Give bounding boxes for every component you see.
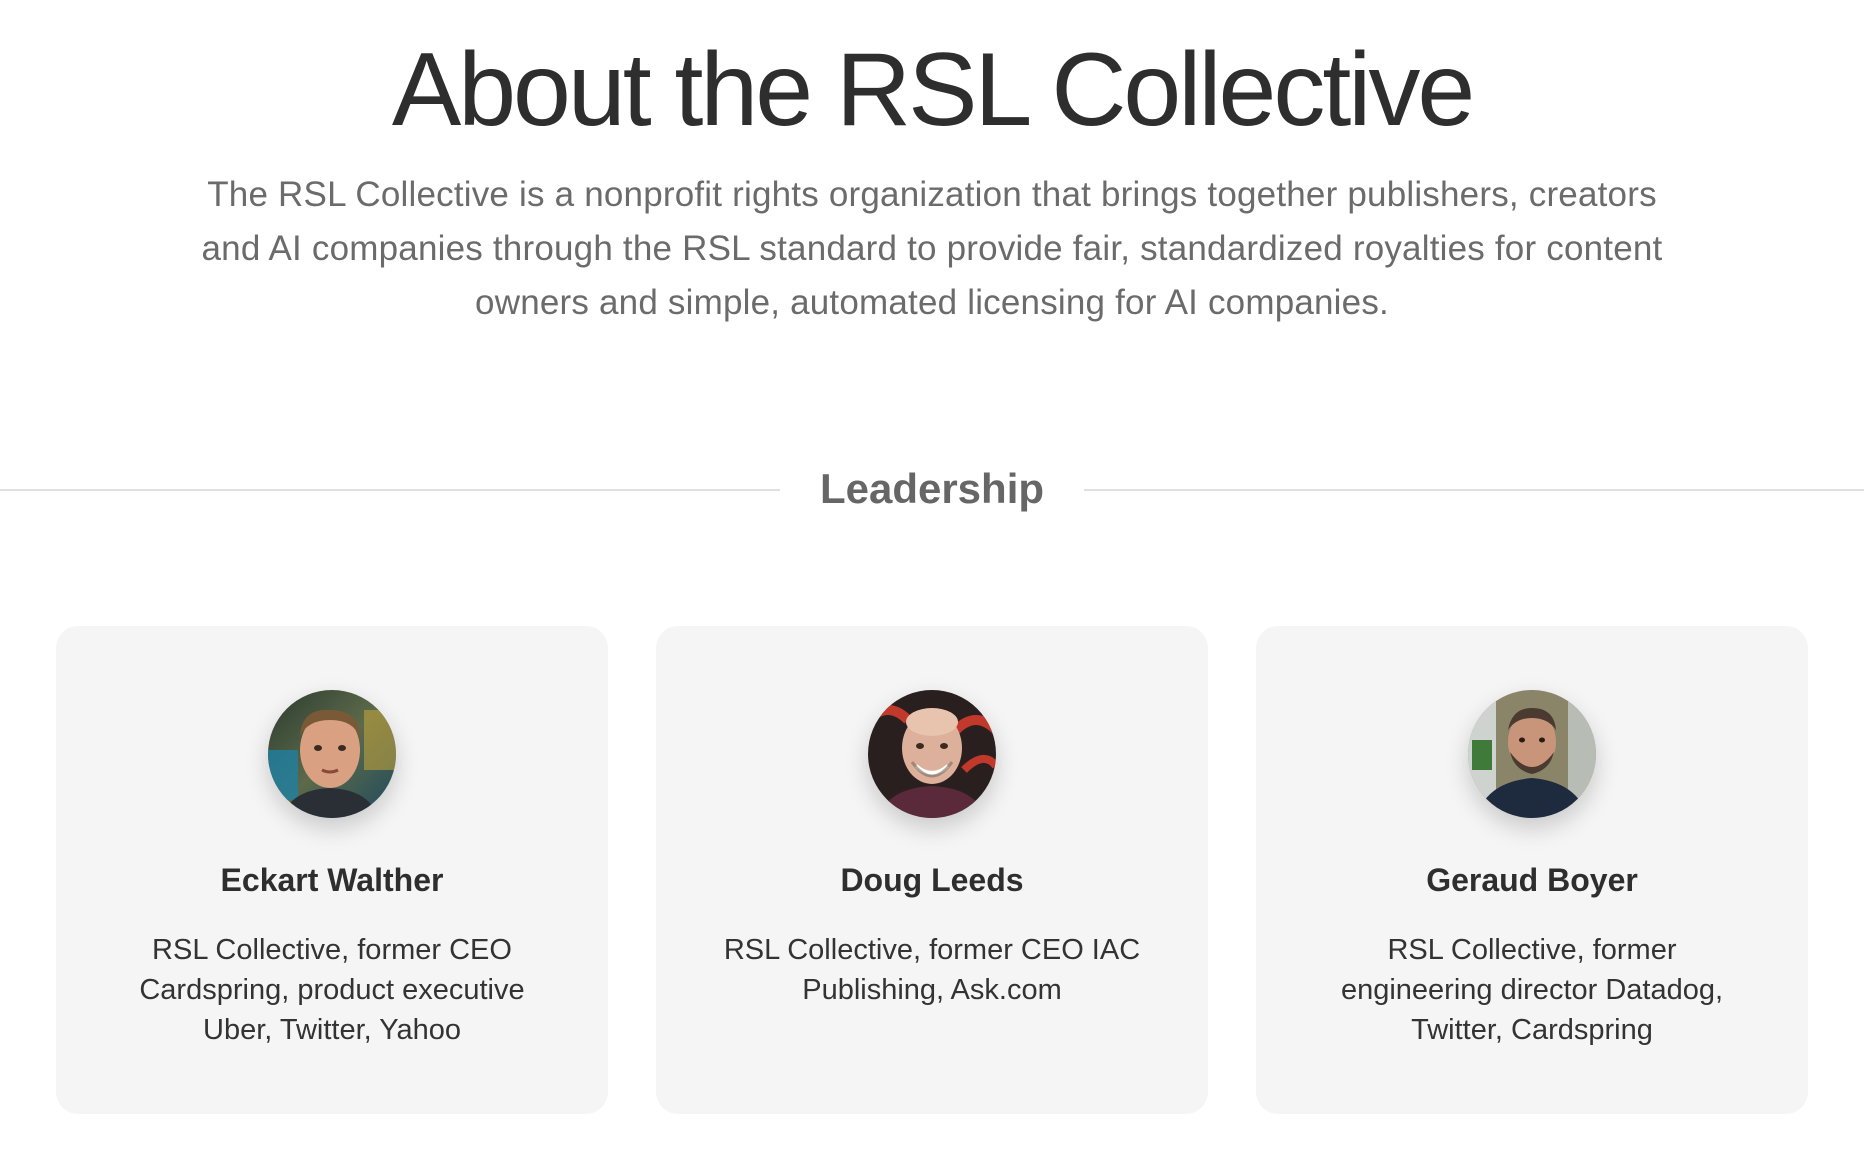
divider-left xyxy=(0,489,780,491)
leader-bio: RSL Collective, former CEO Cardspring, p… xyxy=(139,934,525,1046)
leader-card-eckart-walther: Eckart Walther RSL Collective, former CE… xyxy=(56,626,608,1114)
divider-right xyxy=(1084,489,1864,491)
leader-bio: RSL Collective, former engineering direc… xyxy=(1340,934,1724,1046)
page-title: About the RSL Collective xyxy=(391,32,1475,148)
person-photo-icon xyxy=(868,690,996,818)
page-description: The RSL Collective is a nonprofit rights… xyxy=(201,175,1663,322)
avatar xyxy=(868,690,996,818)
leader-bio: RSL Collective, former CEO IAC Publishin… xyxy=(723,934,1141,1006)
person-photo-icon xyxy=(268,690,396,818)
leader-card-geraud-boyer: Geraud Boyer RSL Collective, former engi… xyxy=(1256,626,1808,1114)
leader-card-doug-leeds: Doug Leeds RSL Collective, former CEO IA… xyxy=(656,626,1208,1114)
leader-name: Eckart Walther xyxy=(220,862,444,898)
section-heading-leadership: Leadership xyxy=(819,465,1045,512)
leader-name: Geraud Boyer xyxy=(1426,862,1638,898)
avatar xyxy=(1468,690,1596,818)
leader-name: Doug Leeds xyxy=(840,862,1024,898)
about-page: About the RSL Collective The RSL Collect… xyxy=(0,0,1864,1174)
avatar xyxy=(268,690,396,818)
person-photo-icon xyxy=(1468,690,1596,818)
leadership-section-header: Leadership xyxy=(0,460,1864,518)
